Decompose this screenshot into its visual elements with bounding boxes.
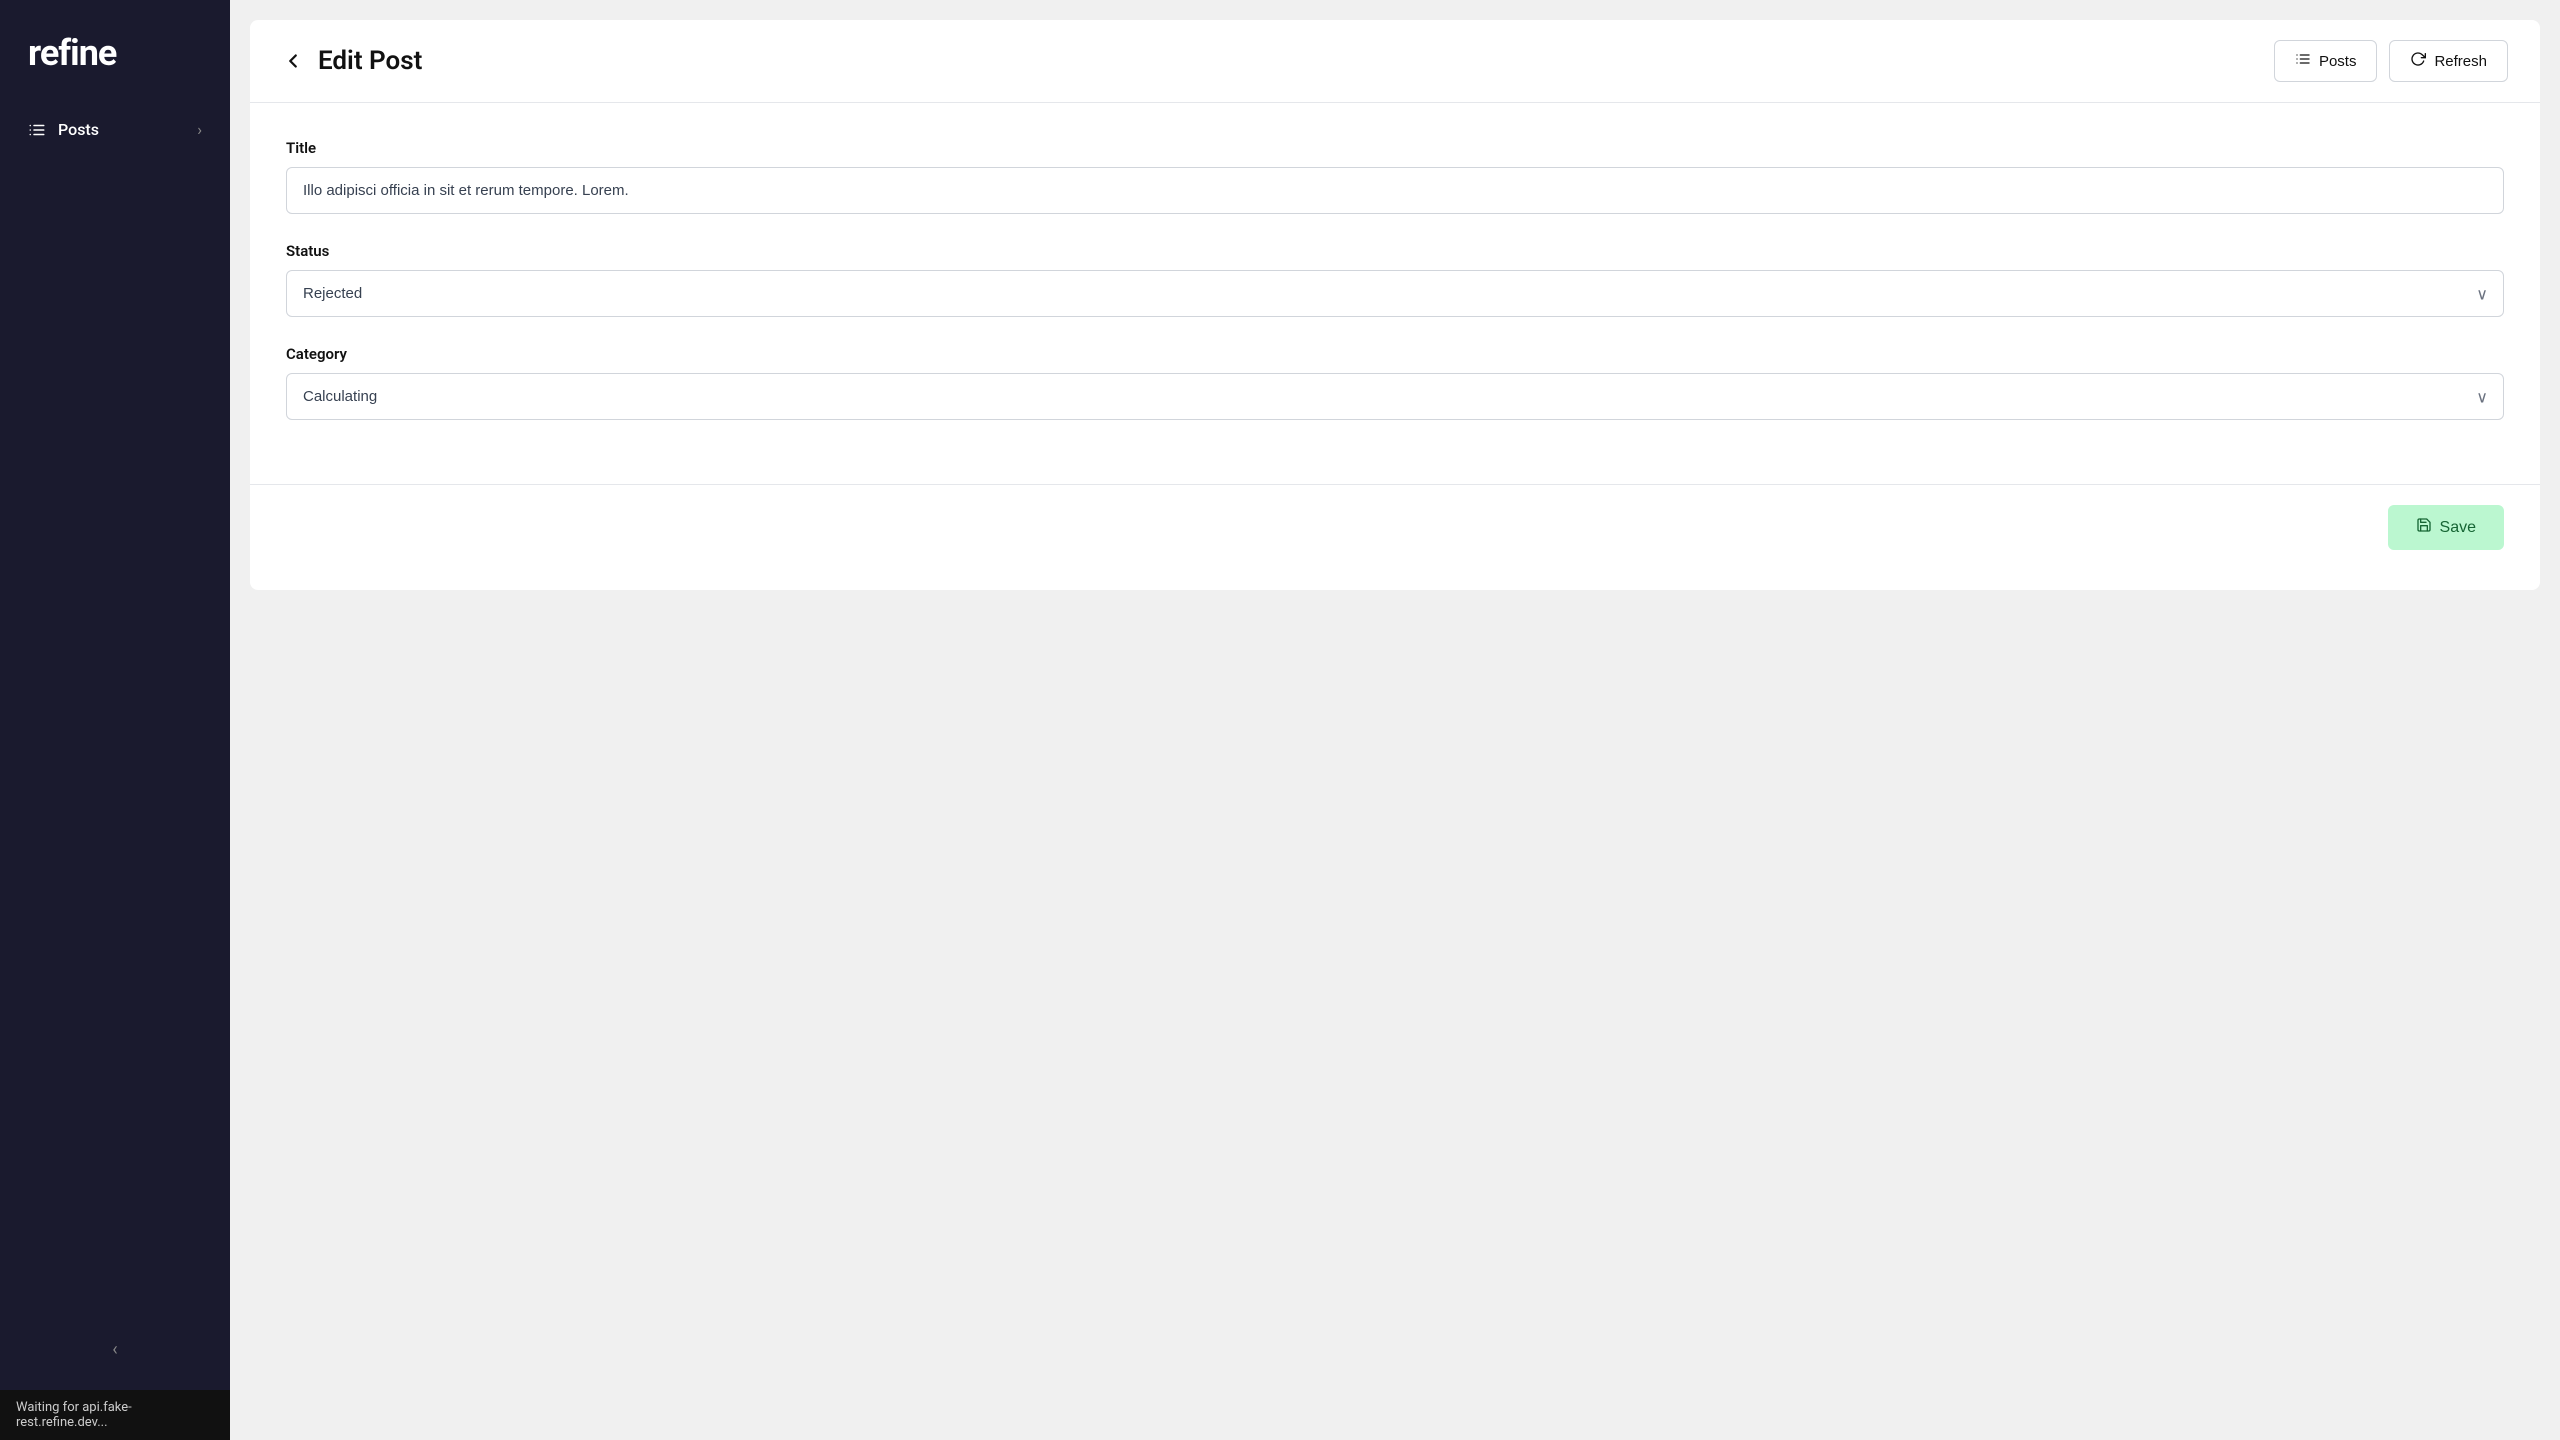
- title-input[interactable]: [286, 167, 2504, 214]
- posts-button-label: Posts: [2319, 53, 2357, 70]
- sidebar-nav: Posts ›: [0, 98, 230, 161]
- refresh-button[interactable]: Refresh: [2389, 40, 2508, 82]
- title-field-group: Title: [286, 139, 2504, 214]
- save-icon: [2416, 517, 2432, 538]
- status-text: Waiting for api.fake-rest.refine.dev...: [16, 1400, 132, 1430]
- top-bar: Edit Post Posts: [250, 20, 2540, 103]
- sidebar: refine Posts › ‹: [0, 0, 230, 1440]
- category-select[interactable]: Calculating: [286, 373, 2504, 420]
- refresh-button-label: Refresh: [2434, 53, 2487, 70]
- list-icon: [28, 121, 46, 139]
- refresh-icon: [2410, 51, 2426, 71]
- sidebar-item-posts[interactable]: Posts ›: [0, 106, 230, 153]
- main-content: Edit Post Posts: [230, 0, 2560, 1440]
- status-field-group: Status Rejected Published Draft ∨: [286, 242, 2504, 317]
- content-card: Edit Post Posts: [250, 20, 2540, 590]
- posts-button[interactable]: Posts: [2274, 40, 2378, 82]
- chevron-right-icon: ›: [197, 120, 202, 139]
- page-title: Edit Post: [318, 46, 422, 76]
- category-field-group: Category Calculating ∨: [286, 345, 2504, 420]
- save-button-label: Save: [2440, 519, 2476, 537]
- sidebar-logo: refine: [0, 0, 230, 98]
- form-footer: Save: [250, 484, 2540, 570]
- edit-form: Title Status Rejected Published Draft ∨ …: [250, 103, 2540, 484]
- browser-status-bar: Waiting for api.fake-rest.refine.dev...: [0, 1390, 230, 1440]
- category-label: Category: [286, 345, 2504, 363]
- collapse-sidebar-button[interactable]: ‹: [112, 1339, 117, 1360]
- save-button[interactable]: Save: [2388, 505, 2504, 550]
- logo-text: refine: [28, 32, 116, 74]
- status-label: Status: [286, 242, 2504, 260]
- back-button[interactable]: [282, 50, 304, 72]
- posts-list-icon: [2295, 51, 2311, 71]
- title-label: Title: [286, 139, 2504, 157]
- sidebar-item-posts-label: Posts: [58, 120, 99, 139]
- status-select[interactable]: Rejected Published Draft: [286, 270, 2504, 317]
